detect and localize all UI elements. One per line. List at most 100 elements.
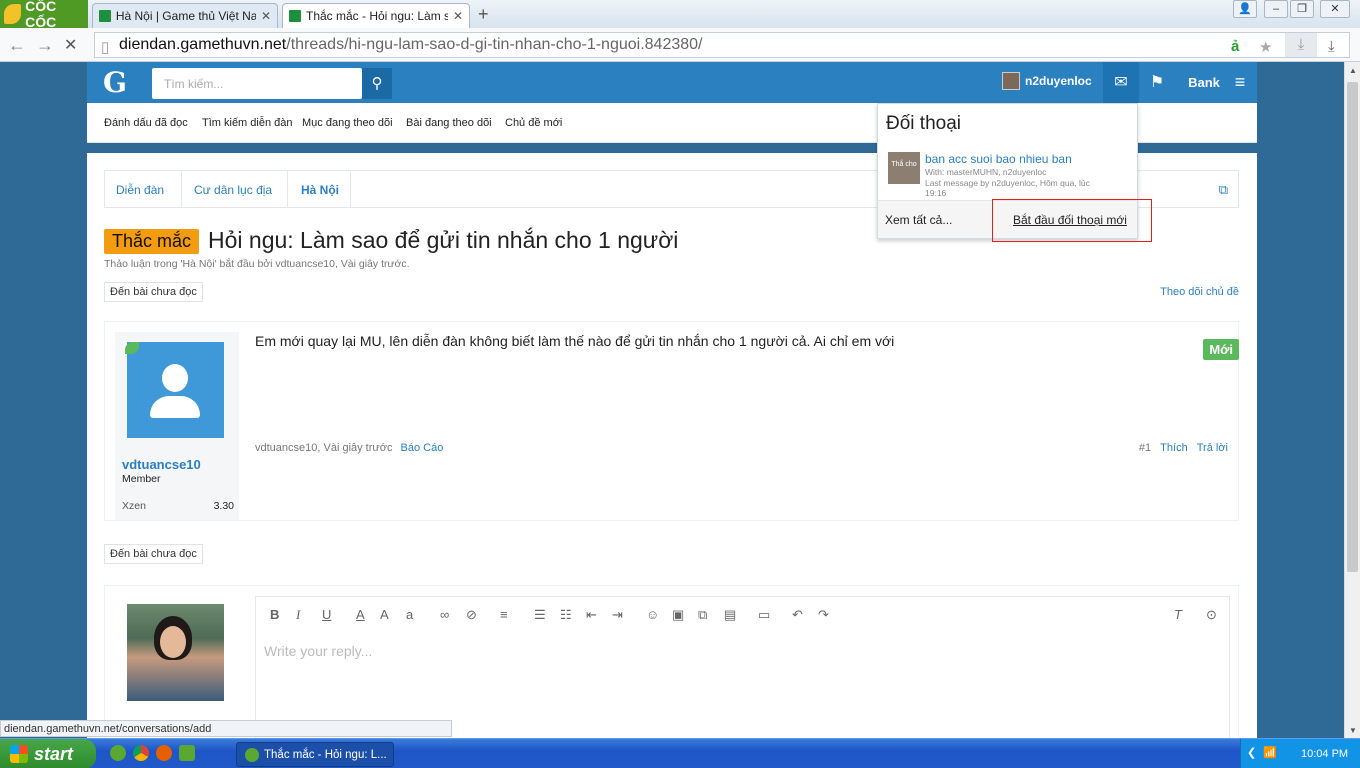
reply-user-avatar[interactable] [127,604,224,701]
coccoc-menu-button[interactable]: CỐC CỐC [0,0,88,30]
subnav-search-forums[interactable]: Tìm kiếm diễn đàn [202,117,292,129]
chrome-quicklaunch-icon[interactable] [133,745,149,761]
toggle-bbcode-icon[interactable]: ⊙ [1206,607,1217,623]
conversation-title[interactable]: ban acc suoi bao nhieu ban [925,152,1072,166]
coccoc-quicklaunch-icon[interactable] [110,745,126,761]
search-icon[interactable]: ⚲ [362,68,392,99]
reply-link[interactable]: Trả lời [1197,442,1228,454]
breadcrumb-forums[interactable]: Diễn đàn [116,183,164,197]
thread-prefix[interactable]: Thắc mắc [104,229,200,254]
subnav-new-threads[interactable]: Chủ đề mới [505,117,562,129]
firefox-quicklaunch-icon[interactable] [156,745,172,761]
user-stat: Xzen 3.30 [122,500,234,512]
close-tab-icon[interactable]: ✕ [453,9,463,23]
close-tab-icon[interactable]: ✕ [261,9,271,23]
follow-thread-link[interactable]: Theo dõi chủ đề [1160,286,1239,298]
coccoc-dictionary-icon[interactable]: ả [1231,38,1239,55]
tab-thread[interactable]: Thắc mắc - Hỏi ngu: Làm sao ✕ [282,3,470,28]
numbered-list-icon[interactable]: ☷ [560,607,572,623]
sitemap-icon[interactable]: ⧉ [1219,182,1228,198]
scroll-up-icon[interactable]: ▲ [1349,66,1357,75]
post-number[interactable]: #1 [1139,442,1151,454]
address-bar[interactable]: ▯ diendan.gamethuvn.net/threads/hi-ngu-l… [94,32,1350,58]
breadcrumb-category[interactable]: Cư dân lục địa [194,183,272,197]
post-date[interactable]: vdtuancse10, Vài giây trước [255,442,392,454]
subnav-watched-forums[interactable]: Mục đang theo dõi [302,117,393,129]
redo-icon[interactable]: ↷ [818,607,829,623]
font-family-icon[interactable]: a [406,607,413,622]
reply-editor[interactable]: B I U A A a ∞ ⊘ ≡ ☰ ☷ ⇤ ⇥ ☺ ▣ ⧉ ▤ ▭ ↶ ↷ [255,596,1230,738]
tab-hanoi[interactable]: Hà Nội | Game thủ Việt Nam - I ✕ [92,3,278,28]
smilie-icon[interactable]: ☺ [646,607,659,622]
minimize-icon[interactable]: – [1264,0,1288,18]
popup-title: Đối thoại [886,113,961,134]
tab-label: Thắc mắc - Hỏi ngu: Làm sao [306,9,448,23]
post-author[interactable]: vdtuancse10 [122,457,201,472]
user-avatar-placeholder[interactable] [127,342,224,438]
avatar-head-icon [162,364,188,392]
conversation-item[interactable]: Thắ cho ban acc suoi bao nhieu ban With:… [878,147,1137,200]
stop-icon[interactable]: ✕ [64,35,77,55]
user-menu[interactable]: n2duyenloc [1002,72,1092,90]
remove-format-icon[interactable]: T [1174,607,1182,622]
restore-icon[interactable]: ❐ [1290,0,1314,18]
start-button[interactable]: start [0,739,96,768]
username: n2duyenloc [1025,74,1092,88]
report-link[interactable]: Báo Cáo [401,442,444,454]
scrollbar-thumb[interactable] [1347,82,1358,572]
bank-link[interactable]: Bank [1183,62,1225,103]
go-to-unread-button-bottom[interactable]: Đến bài chưa đọc [104,544,203,564]
conversation-participants: With: masterMUHN, n2duyenloc [925,167,1047,177]
alerts-flag-icon[interactable]: ⚑ [1142,62,1172,103]
media-icon[interactable]: ⧉ [698,607,707,623]
site-logo[interactable]: G [103,66,127,99]
downloads-icon[interactable]: ⤓ [1328,38,1335,55]
outdent-icon[interactable]: ⇤ [586,607,597,623]
page-icon: ▯ [101,39,110,56]
image-icon[interactable]: ▣ [672,607,684,623]
breadcrumb-hanoi[interactable]: Hà Nội [301,183,339,197]
save-draft-icon[interactable]: ▭ [758,607,770,623]
link-icon[interactable]: ∞ [440,607,449,622]
subnav-watched-threads[interactable]: Bài đang theo dõi [406,117,492,129]
search-input[interactable]: Tìm kiếm... [152,68,362,99]
back-icon[interactable]: ← [8,35,26,56]
download-video-icon[interactable]: ⤓ [1285,33,1317,57]
browser-brand: CỐC CỐC [25,0,57,30]
undo-icon[interactable]: ↶ [792,607,803,623]
page-scrollbar[interactable]: ▲ ▼ [1344,62,1360,738]
system-tray: ❮ 📶 10:04 PM [1240,739,1360,768]
font-size-icon[interactable]: A [380,607,389,622]
like-link[interactable]: Thích [1160,442,1188,454]
browser-status-bar: diendan.gamethuvn.net/conversations/add [0,720,452,737]
underline-icon[interactable]: U [322,607,331,622]
bookmark-star-icon[interactable]: ★ [1259,38,1272,56]
indent-icon[interactable]: ⇥ [612,607,623,623]
start-label: start [34,743,74,764]
breadcrumb-divider [350,171,351,207]
bullet-list-icon[interactable]: ☰ [534,607,546,623]
scroll-down-icon[interactable]: ▼ [1349,726,1357,735]
forward-icon[interactable]: → [36,35,54,56]
subnav-mark-read[interactable]: Đánh dấu đã đọc [104,117,188,129]
insert-icon[interactable]: ▤ [724,607,736,623]
italic-icon[interactable]: I [296,607,300,623]
close-window-icon[interactable]: ✕ [1320,0,1350,18]
clock[interactable]: 10:04 PM [1301,748,1348,760]
bold-icon[interactable]: B [270,607,279,622]
unlink-icon[interactable]: ⊘ [466,607,477,623]
go-to-unread-button[interactable]: Đến bài chưa đọc [104,282,203,302]
network-icon[interactable]: 📶 [1263,746,1277,759]
font-color-icon[interactable]: A [356,607,365,622]
view-all-conversations-link[interactable]: Xem tất cả... [885,213,952,227]
menu-icon[interactable]: ≡ [1225,62,1255,103]
taskbar-window-button[interactable]: Thắc mắc - Hỏi ngu: L... [236,742,394,767]
tray-expand-icon[interactable]: ❮ [1247,746,1256,759]
windows-logo-icon [10,745,28,763]
avatar-photo-face [160,626,186,658]
user-profile-icon[interactable]: 👤 [1233,0,1257,18]
conversations-icon[interactable]: ✉ [1103,62,1139,103]
coccoc-alt-quicklaunch-icon[interactable] [179,745,195,761]
new-tab-icon[interactable]: + [478,4,489,25]
align-icon[interactable]: ≡ [500,607,508,622]
